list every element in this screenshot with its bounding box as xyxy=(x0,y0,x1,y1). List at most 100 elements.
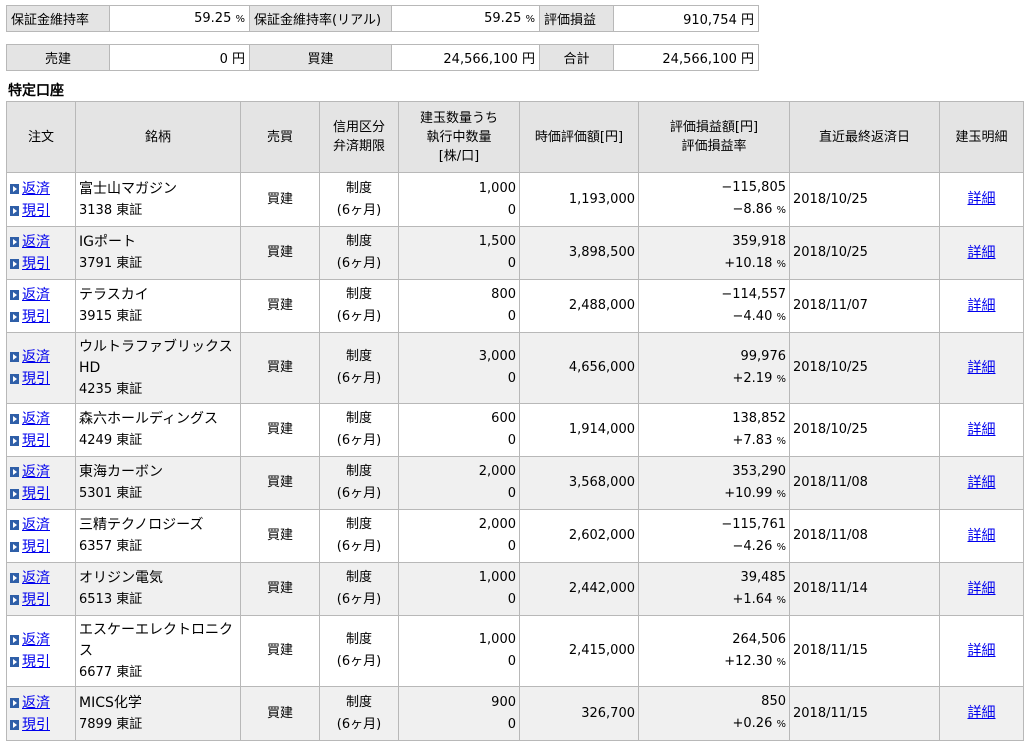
header-last-date: 直近最終返済日 xyxy=(789,101,940,173)
last-date-cell: 2018/11/07 xyxy=(789,279,940,333)
physical-delivery-link[interactable]: 現引 xyxy=(10,651,72,673)
physical-delivery-link[interactable]: 現引 xyxy=(10,368,72,390)
detail-link[interactable]: 詳細 xyxy=(968,528,996,544)
credit-cell: 制度 (6ヶ月) xyxy=(319,456,399,510)
profit-loss-rate: −8.86 % xyxy=(732,202,787,217)
physical-delivery-link[interactable]: 現引 xyxy=(10,253,72,275)
buy-position-value: 24,566,100 円 xyxy=(391,44,540,71)
detail-link[interactable]: 詳細 xyxy=(968,581,996,597)
detail-link[interactable]: 詳細 xyxy=(968,191,996,207)
detail-link[interactable]: 詳細 xyxy=(968,245,996,261)
detail-cell: 詳細 xyxy=(939,562,1024,616)
quantity-cell: 2,000 0 xyxy=(398,456,520,510)
detail-cell: 詳細 xyxy=(939,403,1024,457)
detail-cell: 詳細 xyxy=(939,279,1024,333)
credit-cell: 制度 (6ヶ月) xyxy=(319,279,399,333)
credit-type: 制度 xyxy=(345,349,372,364)
physical-delivery-link[interactable]: 現引 xyxy=(10,536,72,558)
header-order: 注文 xyxy=(6,101,76,173)
header-side: 売買 xyxy=(240,101,320,173)
stock-name: 東海カーボン xyxy=(79,464,163,480)
close-position-link[interactable]: 返済 xyxy=(10,692,72,714)
credit-term: (6ヶ月) xyxy=(336,486,382,501)
side-cell: 買建 xyxy=(240,403,320,457)
executing-quantity: 0 xyxy=(507,371,516,386)
position-quantity: 1,000 xyxy=(478,632,516,647)
credit-cell: 制度 (6ヶ月) xyxy=(319,562,399,616)
close-position-link[interactable]: 返済 xyxy=(10,461,72,483)
detail-link[interactable]: 詳細 xyxy=(968,475,996,491)
credit-term: (6ヶ月) xyxy=(336,433,382,448)
arrow-right-icon xyxy=(10,259,19,269)
stock-cell: MICS化学 7899 東証 xyxy=(75,686,241,741)
detail-cell: 詳細 xyxy=(939,456,1024,510)
credit-term: (6ヶ月) xyxy=(336,309,382,324)
profit-loss-rate: +7.83 % xyxy=(732,432,787,448)
positions-table: 注文 銘柄 売買 信用区分 弁済期限 建玉数量うち 執行中数量 [株/口] 時価評価額… xyxy=(6,101,1024,741)
profit-loss-cell: 359,918 +10.18 % xyxy=(638,226,790,280)
order-cell: 返済 現引 xyxy=(6,403,76,457)
header-detail: 建玉明細 xyxy=(939,101,1024,173)
detail-link[interactable]: 詳細 xyxy=(968,643,996,659)
detail-link[interactable]: 詳細 xyxy=(968,422,996,438)
detail-link[interactable]: 詳細 xyxy=(968,705,996,721)
arrow-right-icon xyxy=(10,520,19,530)
close-position-link[interactable]: 返済 xyxy=(10,231,72,253)
last-date-cell: 2018/11/08 xyxy=(789,456,940,510)
physical-delivery-link[interactable]: 現引 xyxy=(10,200,72,222)
credit-type: 制度 xyxy=(345,464,372,479)
side-cell: 買建 xyxy=(240,509,320,563)
last-date-cell: 2018/10/25 xyxy=(789,332,940,404)
credit-type: 制度 xyxy=(345,694,372,710)
order-cell: 返済 現引 xyxy=(6,509,76,563)
quantity-cell: 2,000 0 xyxy=(398,509,520,563)
last-date-cell: 2018/10/25 xyxy=(789,403,940,457)
sell-position-label: 売建 xyxy=(6,44,110,71)
close-position-link[interactable]: 返済 xyxy=(10,408,72,430)
profit-loss-amount: 850 xyxy=(761,694,786,709)
credit-term: (6ヶ月) xyxy=(336,202,382,218)
margin-ratio-real-label: 保証金維持率(リアル) xyxy=(249,5,392,32)
detail-cell: 詳細 xyxy=(939,172,1024,227)
last-date-cell: 2018/11/15 xyxy=(789,686,940,741)
executing-quantity: 0 xyxy=(507,433,516,448)
table-row: 返済 現引 MICS化学 7899 東証 買建 制度 (6ヶ月) 900 0 3… xyxy=(6,686,1024,741)
close-position-link[interactable]: 返済 xyxy=(10,567,72,589)
position-quantity: 1,500 xyxy=(478,234,516,249)
stock-code: 3915 東証 xyxy=(79,309,143,324)
close-position-link[interactable]: 返済 xyxy=(10,514,72,536)
close-position-link[interactable]: 返済 xyxy=(10,629,72,651)
close-position-link[interactable]: 返済 xyxy=(10,346,72,368)
physical-delivery-link[interactable]: 現引 xyxy=(10,714,72,736)
side-cell: 買建 xyxy=(240,279,320,333)
profit-loss-amount: −115,805 xyxy=(721,180,786,195)
physical-delivery-link[interactable]: 現引 xyxy=(10,306,72,328)
physical-delivery-link[interactable]: 現引 xyxy=(10,589,72,611)
arrow-right-icon xyxy=(10,573,19,583)
last-date-cell: 2018/11/08 xyxy=(789,509,940,563)
arrow-right-icon xyxy=(10,719,19,730)
physical-delivery-link[interactable]: 現引 xyxy=(10,483,72,505)
quantity-cell: 1,500 0 xyxy=(398,226,520,280)
side-cell: 買建 xyxy=(240,615,320,687)
detail-link[interactable]: 詳細 xyxy=(968,298,996,314)
header-quantity: 建玉数量うち 執行中数量 [株/口] xyxy=(398,101,520,173)
credit-term: (6ヶ月) xyxy=(336,592,382,607)
close-position-link[interactable]: 返済 xyxy=(10,178,72,200)
stock-code: 6513 東証 xyxy=(79,592,143,607)
quantity-cell: 3,000 0 xyxy=(398,332,520,404)
stock-name: テラスカイ xyxy=(79,287,149,303)
credit-cell: 制度 (6ヶ月) xyxy=(319,615,399,687)
profit-loss-cell: 138,852 +7.83 % xyxy=(638,403,790,457)
table-row: 返済 現引 東海カーボン 5301 東証 買建 制度 (6ヶ月) 2,000 0… xyxy=(6,456,1024,510)
detail-link[interactable]: 詳細 xyxy=(968,360,996,376)
table-header-row: 注文 銘柄 売買 信用区分 弁済期限 建玉数量うち 執行中数量 [株/口] 時価評価額… xyxy=(6,101,1024,173)
credit-term: (6ヶ月) xyxy=(336,654,382,669)
stock-cell: 富士山マガジン 3138 東証 xyxy=(75,172,241,227)
physical-delivery-link[interactable]: 現引 xyxy=(10,430,72,452)
stock-name: エスケーエレクトロニクス xyxy=(79,621,233,659)
stock-name: 富士山マガジン xyxy=(79,180,177,197)
close-position-link[interactable]: 返済 xyxy=(10,284,72,306)
arrow-right-icon xyxy=(10,374,19,384)
stock-cell: オリジン電気 6513 東証 xyxy=(75,562,241,616)
